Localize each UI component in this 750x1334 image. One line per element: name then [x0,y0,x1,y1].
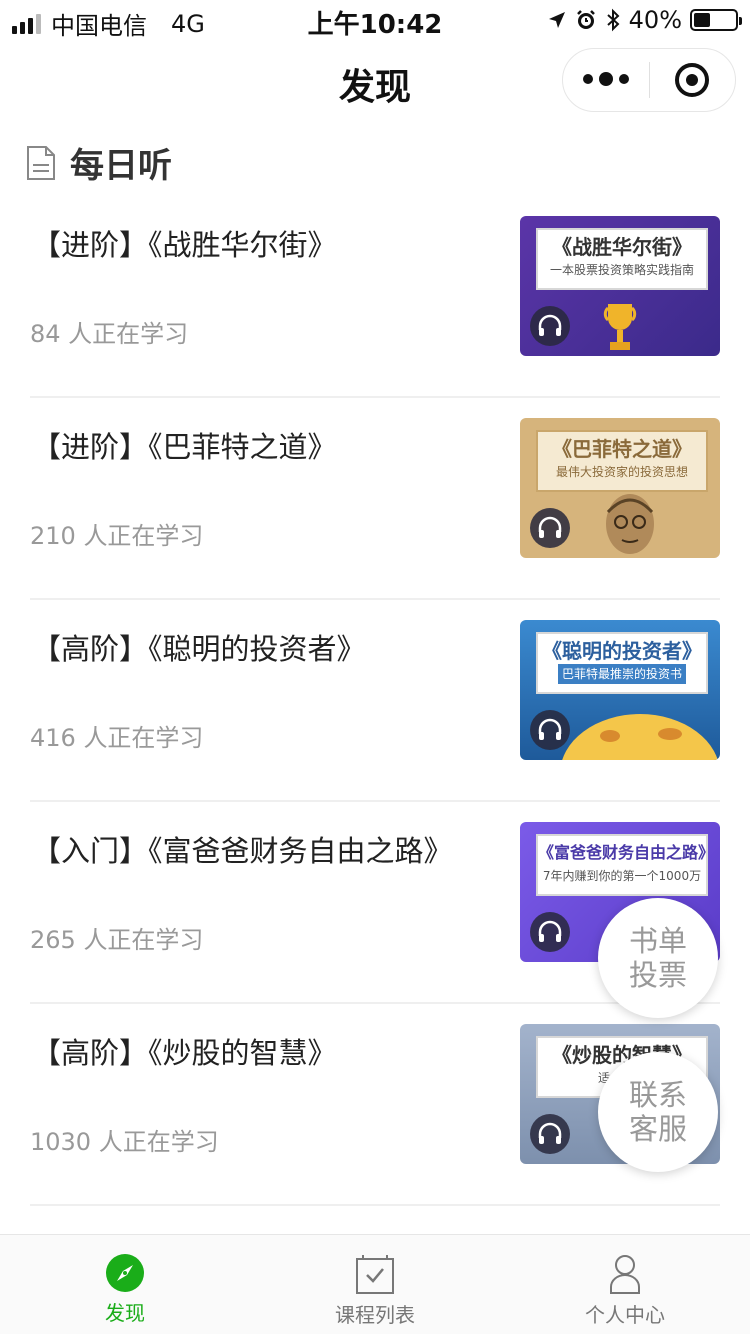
checklist-icon [356,1255,394,1294]
course-title: 【入门】《富爸爸财务自由之路》 [32,834,453,868]
list-item[interactable]: 【高阶】《聪明的投资者》 416 人正在学习 《聪明的投资者》 巴菲特最推崇的投… [0,600,750,802]
portrait-illustration [606,494,654,554]
booklist-vote-button[interactable]: 书单 投票 [598,898,718,1018]
learner-count: 265 人正在学习 [30,926,204,954]
tab-profile[interactable]: 个人中心 [500,1235,750,1334]
cover-subtitle: 最伟大投资家的投资思想 [555,465,688,479]
list-item[interactable]: 【进阶】《巴菲特之道》 210 人正在学习 《巴菲特之道》 最伟大投资家的投资思… [0,398,750,600]
moon-illustration [562,714,718,760]
battery-icon [690,9,742,31]
tab-bar: 发现 课程列表 个人中心 [0,1234,750,1334]
section-header: 每日听 [26,138,172,187]
tab-course-list[interactable]: 课程列表 [250,1235,500,1334]
course-cover[interactable]: 《巴菲特之道》 最伟大投资家的投资思想 [520,418,720,558]
alarm-icon [576,10,595,29]
dot-icon [582,74,593,84]
location-arrow-icon [548,12,565,28]
contact-service-button[interactable]: 联系 客服 [598,1052,718,1172]
nav-bar: 发现 [0,40,750,122]
dot-icon [618,74,629,84]
document-icon [27,145,55,180]
vote-label-line1: 书单 [628,924,687,958]
cover-title: 《富爸爸财务自由之路》 [538,843,715,862]
headphone-icon [530,306,570,346]
tab-label: 课程列表 [335,1303,415,1327]
learner-count: 1030 人正在学习 [30,1128,219,1156]
vote-label-line2: 投票 [628,958,687,992]
learner-count: 416 人正在学习 [30,724,204,752]
cover-subtitle: 7年内赚到你的第一个1000万 [542,869,702,883]
headphone-icon [530,912,570,952]
tab-label: 发现 [105,1301,145,1325]
learner-count: 84 人正在学习 [30,320,189,348]
person-icon [610,1255,640,1294]
cover-title: 《战胜华尔街》 [552,235,692,259]
tab-label: 个人中心 [585,1303,665,1327]
cover-title: 《聪明的投资者》 [542,639,702,663]
capsule-menu [562,48,736,112]
course-cover[interactable]: 《战胜华尔街》 一本股票投资策略实践指南 [520,216,720,356]
service-label-line1: 联系 [628,1078,687,1112]
bluetooth-icon [606,8,620,32]
cover-title: 《巴菲特之道》 [552,437,692,461]
tab-discover[interactable]: 发现 [0,1235,250,1334]
dot-icon [598,72,613,86]
cover-card: 《聪明的投资者》 巴菲特最推崇的投资书 [536,632,708,694]
list-item[interactable]: 【进阶】《战胜华尔街》 84 人正在学习 《战胜华尔街》 一本股票投资策略实践指… [0,196,750,398]
cover-card: 《富爸爸财务自由之路》 7年内赚到你的第一个1000万 [536,834,715,896]
battery-fill [694,13,710,27]
learner-count: 210 人正在学习 [30,522,204,550]
trophy-icon [603,304,637,350]
compass-icon [106,1254,144,1292]
section-title: 每日听 [70,146,172,186]
headphone-icon [530,710,570,750]
headphone-icon [530,508,570,548]
course-cover[interactable]: 《聪明的投资者》 巴菲特最推崇的投资书 [520,620,720,760]
close-miniprogram-button[interactable] [650,63,736,97]
course-title: 【高阶】《炒股的智慧》 [32,1036,337,1070]
more-button[interactable] [563,72,649,86]
cover-card: 《巴菲特之道》 最伟大投资家的投资思想 [536,430,708,492]
status-right: 40% [547,6,742,34]
course-title: 【高阶】《聪明的投资者》 [32,632,366,666]
cover-subtitle: 一本股票投资策略实践指南 [549,263,694,277]
status-bar: 中国电信 4G 上午10:42 40% [0,0,750,40]
course-title: 【进阶】《战胜华尔街》 [32,228,337,262]
cover-card: 《战胜华尔街》 一本股票投资策略实践指南 [536,228,708,290]
battery-percent: 40% [628,6,682,34]
course-title: 【进阶】《巴菲特之道》 [32,430,337,464]
headphone-icon [530,1114,570,1154]
service-label-line2: 客服 [628,1112,687,1146]
target-icon [675,63,710,97]
cover-subtitle: 巴菲特最推崇的投资书 [558,664,686,684]
